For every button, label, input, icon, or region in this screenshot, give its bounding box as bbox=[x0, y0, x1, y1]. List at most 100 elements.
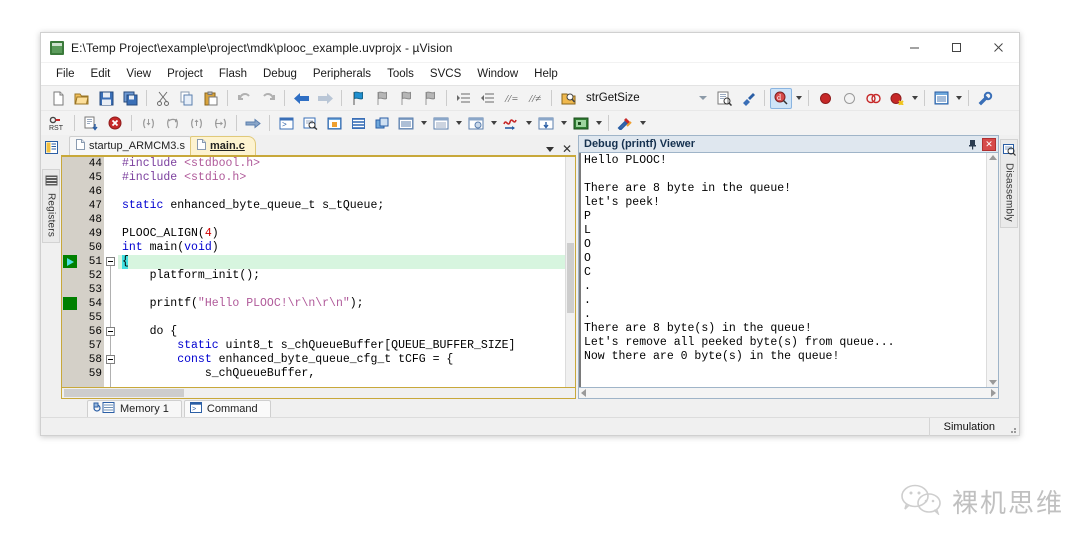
menu-item-edit[interactable]: Edit bbox=[83, 66, 119, 82]
window-layout-icon[interactable] bbox=[930, 88, 952, 109]
fold-toggle-56[interactable] bbox=[106, 327, 115, 336]
analysis-windows-icon[interactable] bbox=[500, 113, 522, 134]
menu-item-help[interactable]: Help bbox=[526, 66, 566, 82]
menu-item-debug[interactable]: Debug bbox=[255, 66, 305, 82]
symbols-window-icon[interactable] bbox=[323, 113, 345, 134]
menu-item-project[interactable]: Project bbox=[159, 66, 211, 82]
menu-item-tools[interactable]: Tools bbox=[379, 66, 422, 82]
breakpoint-dropdown-icon[interactable] bbox=[909, 88, 920, 109]
debug-viewer-body[interactable]: Hello PLOOC! There are 8 byte in the que… bbox=[578, 152, 999, 388]
code-area[interactable]: #include <stdbool.h> #include <stdio.h> … bbox=[118, 157, 575, 387]
command-window-icon[interactable]: > bbox=[275, 113, 297, 134]
editor-vertical-scrollbar[interactable] bbox=[565, 157, 575, 387]
bookmark-clear-icon[interactable] bbox=[419, 88, 441, 109]
configure-tools-icon[interactable] bbox=[974, 88, 996, 109]
step-over-icon[interactable] bbox=[161, 113, 183, 134]
menu-item-view[interactable]: View bbox=[118, 66, 159, 82]
menu-item-peripherals[interactable]: Peripherals bbox=[305, 66, 379, 82]
sidebar-item-project[interactable] bbox=[42, 139, 60, 166]
uncomment-icon[interactable]: //≠ bbox=[524, 88, 546, 109]
step-out-icon[interactable] bbox=[185, 113, 207, 134]
scroll-left-icon[interactable] bbox=[581, 389, 586, 397]
close-icon[interactable]: ✕ bbox=[982, 137, 996, 151]
scroll-up-icon[interactable] bbox=[988, 155, 997, 160]
run-to-cursor-icon[interactable] bbox=[209, 113, 231, 134]
comment-icon[interactable]: //= bbox=[500, 88, 522, 109]
redo-icon[interactable] bbox=[257, 88, 279, 109]
editor-tab-main-c[interactable]: main.c bbox=[189, 136, 256, 155]
editor-body[interactable]: 44 45 46 47 48 49 50 51 52 53 54 55 56 5… bbox=[61, 155, 576, 388]
editor-horizontal-scrollbar[interactable] bbox=[61, 388, 576, 399]
step-into-icon[interactable] bbox=[137, 113, 159, 134]
registers-window-icon[interactable] bbox=[347, 113, 369, 134]
new-file-icon[interactable] bbox=[47, 88, 69, 109]
close-icon[interactable]: ✕ bbox=[562, 143, 572, 155]
analysis-dropdown-icon[interactable] bbox=[523, 113, 534, 134]
memory-dropdown-icon[interactable] bbox=[453, 113, 464, 134]
undo-icon[interactable] bbox=[233, 88, 255, 109]
system-viewer-dropdown-icon[interactable] bbox=[593, 113, 604, 134]
paste-icon[interactable] bbox=[200, 88, 222, 109]
breakpoint-gutter[interactable] bbox=[62, 157, 78, 387]
stop-build-icon[interactable] bbox=[104, 113, 126, 134]
watch-windows-icon[interactable] bbox=[395, 113, 417, 134]
find-icon[interactable] bbox=[713, 88, 735, 109]
memory-windows-icon[interactable] bbox=[430, 113, 452, 134]
pin-icon[interactable] bbox=[966, 138, 979, 151]
code-folding-gutter[interactable] bbox=[104, 157, 118, 387]
bookmark-next-icon[interactable] bbox=[395, 88, 417, 109]
find-in-files-icon[interactable] bbox=[557, 88, 579, 109]
editor-tab-startup-armcm3[interactable]: startup_ARMCM3.s bbox=[69, 136, 196, 155]
open-file-icon[interactable] bbox=[71, 88, 93, 109]
scroll-right-icon[interactable] bbox=[991, 389, 996, 397]
resize-grip-icon[interactable] bbox=[1005, 418, 1019, 436]
reset-icon[interactable]: RST bbox=[47, 113, 69, 134]
breakpoint-kill-icon[interactable] bbox=[886, 88, 908, 109]
magnifier-d-icon[interactable]: d bbox=[770, 87, 792, 109]
chevron-down-icon[interactable] bbox=[694, 89, 712, 108]
scrollbar-thumb[interactable] bbox=[567, 243, 574, 313]
magnifier-dropdown-icon[interactable] bbox=[793, 88, 804, 109]
debug-viewer-horizontal-scrollbar[interactable] bbox=[578, 388, 999, 399]
trace-windows-icon[interactable] bbox=[535, 113, 557, 134]
bottom-tab-command[interactable]: > Command bbox=[183, 400, 271, 417]
bookmark-prev-icon[interactable] bbox=[371, 88, 393, 109]
cut-icon[interactable] bbox=[152, 88, 174, 109]
fold-toggle-58[interactable] bbox=[106, 355, 115, 364]
show-next-statement-icon[interactable] bbox=[242, 113, 264, 134]
serial-windows-icon[interactable] bbox=[465, 113, 487, 134]
build-icon[interactable] bbox=[80, 113, 102, 134]
toolbox-dropdown-icon[interactable] bbox=[637, 113, 648, 134]
serial-dropdown-icon[interactable] bbox=[488, 113, 499, 134]
debug-viewer-vertical-scrollbar[interactable] bbox=[986, 153, 998, 387]
configure-icon[interactable] bbox=[737, 88, 759, 109]
navigate-forward-icon[interactable] bbox=[314, 88, 336, 109]
sidebar-item-disassembly[interactable]: Disassembly bbox=[1000, 139, 1018, 228]
menu-item-flash[interactable]: Flash bbox=[211, 66, 255, 82]
save-icon[interactable] bbox=[95, 88, 117, 109]
disassembly-window-icon[interactable] bbox=[299, 113, 321, 134]
breakpoint-disable-icon[interactable] bbox=[838, 88, 860, 109]
sidebar-item-registers[interactable]: Registers bbox=[42, 169, 60, 244]
menu-item-file[interactable]: File bbox=[48, 66, 83, 82]
fold-toggle-51[interactable] bbox=[106, 257, 115, 266]
menu-item-svcs[interactable]: SVCS bbox=[422, 66, 469, 82]
maximize-icon[interactable] bbox=[935, 33, 977, 63]
navigate-back-icon[interactable] bbox=[290, 88, 312, 109]
call-stack-icon[interactable] bbox=[371, 113, 393, 134]
scrollbar-thumb[interactable] bbox=[64, 389, 184, 397]
toolbox-icon[interactable] bbox=[614, 113, 636, 134]
window-layout-dropdown-icon[interactable] bbox=[953, 88, 964, 109]
outdent-icon[interactable] bbox=[476, 88, 498, 109]
indent-icon[interactable] bbox=[452, 88, 474, 109]
save-all-icon[interactable] bbox=[119, 88, 141, 109]
bottom-tab-memory-1[interactable]: Memory 1 bbox=[87, 400, 182, 417]
breakpoint-icon[interactable] bbox=[814, 88, 836, 109]
bookmark-toggle-icon[interactable] bbox=[347, 88, 369, 109]
breakpoint-marker[interactable] bbox=[63, 297, 77, 310]
search-input[interactable]: strGetSize bbox=[586, 88, 694, 108]
menu-item-window[interactable]: Window bbox=[469, 66, 526, 82]
scroll-down-icon[interactable] bbox=[988, 380, 997, 385]
copy-icon[interactable] bbox=[176, 88, 198, 109]
breakpoint-disable-all-icon[interactable] bbox=[862, 88, 884, 109]
